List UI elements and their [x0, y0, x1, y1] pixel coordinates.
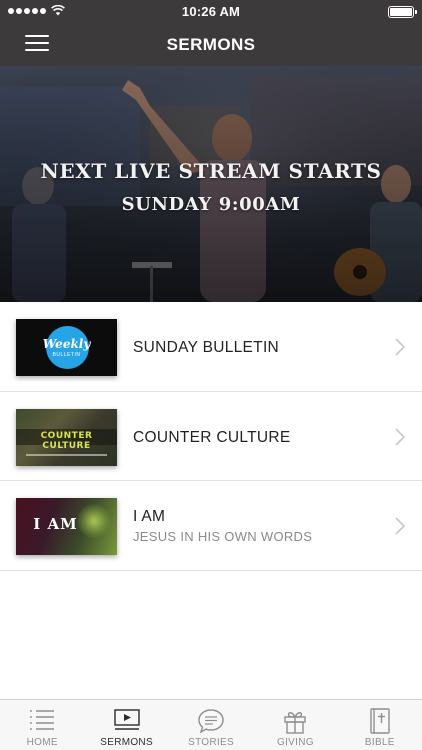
list-icon	[30, 710, 55, 730]
sermon-title: SUNDAY BULLETIN	[133, 339, 280, 356]
nav-bar: SERMONS	[0, 24, 422, 66]
sermon-list: Weekly BULLETIN SUNDAY BULLETIN COUNTER …	[0, 302, 422, 571]
tab-label: STORIES	[188, 737, 234, 748]
tab-home[interactable]: HOME	[0, 700, 84, 750]
chat-bubble-icon	[198, 709, 224, 734]
tab-bible[interactable]: BIBLE	[338, 700, 422, 750]
chevron-right-icon	[395, 517, 405, 535]
sermon-subtitle: JESUS IN HIS OWN WORDS	[133, 529, 313, 544]
tab-bar: HOME SERMONS STORIES GIVING BIBLE	[0, 699, 422, 750]
sermon-title: I AM	[133, 508, 166, 525]
tab-label: SERMONS	[100, 737, 153, 748]
gift-icon	[284, 712, 307, 734]
sermon-title: COUNTER CULTURE	[133, 428, 291, 446]
bible-icon	[370, 708, 390, 734]
sermon-row-counter-culture[interactable]: COUNTER CULTURE COUNTER CULTURE	[0, 391, 422, 481]
sermon-row-i-am[interactable]: I AM I AM JESUS IN HIS OWN WORDS	[0, 481, 422, 571]
play-icon	[113, 709, 140, 730]
page-title: SERMONS	[166, 35, 256, 54]
tab-stories[interactable]: STORIES	[169, 700, 253, 750]
live-stream-banner[interactable]: NEXT LIVE STREAM STARTS SUNDAY 9:00AM	[0, 66, 422, 302]
chevron-right-icon	[395, 427, 405, 446]
tab-label: GIVING	[277, 737, 314, 748]
battery-icon	[388, 6, 417, 18]
thumbnail-subtitle: BULLETIN	[52, 352, 81, 358]
sermon-row-sunday-bulletin[interactable]: Weekly BULLETIN SUNDAY BULLETIN	[0, 302, 422, 392]
status-bar: 10:26 AM	[0, 0, 422, 24]
thumbnail-title: COUNTER CULTURE	[40, 430, 93, 451]
live-stream-text: NEXT LIVE STREAM STARTS SUNDAY 9:00AM	[0, 156, 422, 220]
tab-giving[interactable]: GIVING	[253, 700, 337, 750]
status-time: 10:26 AM	[181, 4, 241, 19]
tab-label: HOME	[26, 737, 58, 748]
sermon-thumbnail: I AM	[16, 498, 117, 555]
tab-sermons[interactable]: SERMONS	[84, 700, 168, 750]
live-stream-time: SUNDAY 9:00AM	[121, 194, 301, 215]
chevron-right-icon	[395, 338, 405, 356]
thumbnail-title: I AM	[33, 515, 78, 533]
tab-label: BIBLE	[364, 737, 395, 748]
sermon-thumbnail: Weekly BULLETIN	[16, 319, 117, 376]
sermon-thumbnail: COUNTER CULTURE	[16, 408, 117, 466]
thumbnail-title: Weekly	[42, 337, 91, 351]
live-stream-heading: NEXT LIVE STREAM STARTS	[40, 159, 382, 183]
